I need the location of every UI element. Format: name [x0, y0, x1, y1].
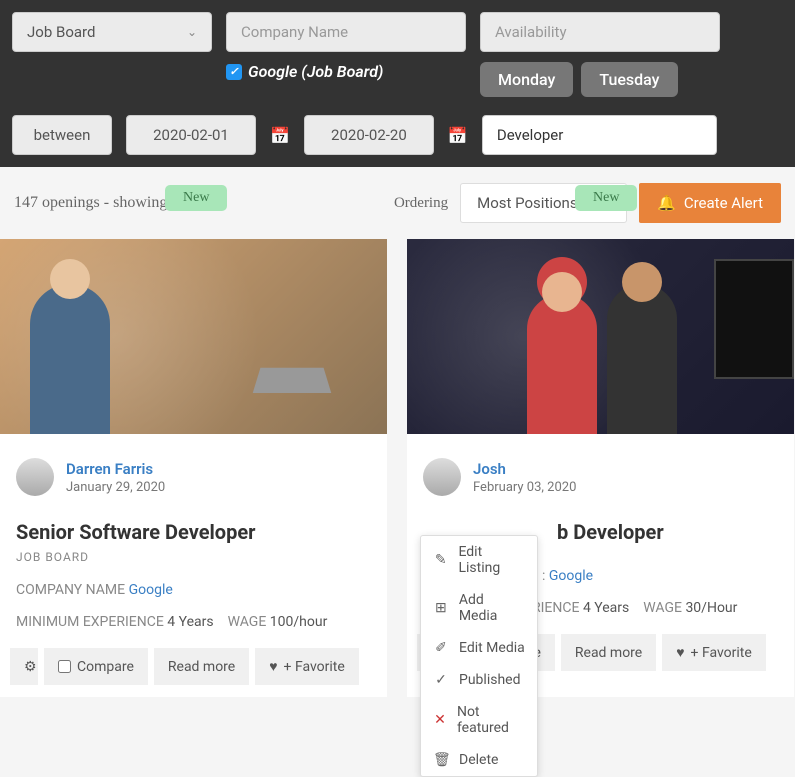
- wage-value: 100/hour: [270, 614, 328, 630]
- pencil-icon: ✐: [433, 640, 449, 656]
- listing-card: Darren Farris January 29, 2020 Senior So…: [0, 239, 387, 697]
- date-to-input[interactable]: [304, 115, 434, 155]
- context-menu: ✎Edit Listing ⊞Add Media ✐Edit Media ✓Pu…: [420, 535, 538, 777]
- menu-add-media[interactable]: ⊞Add Media: [421, 584, 537, 632]
- meta-label: WAGE: [643, 600, 682, 616]
- ordering-value: Most Positions: [477, 194, 577, 212]
- new-badge: New: [575, 185, 637, 211]
- calendar-icon: 📅: [270, 126, 290, 145]
- create-alert-label: Create Alert: [684, 194, 763, 212]
- listing-title[interactable]: Senior Software Developer: [0, 506, 387, 550]
- meta-label: MINIMUM EXPERIENCE: [16, 614, 164, 630]
- filter-bar: Job Board ⌄ ✓ Google (Job Board) Monday …: [0, 0, 795, 167]
- heart-icon: ♥: [269, 658, 277, 675]
- gear-button[interactable]: ⚙: [10, 648, 38, 685]
- company-link[interactable]: Google: [549, 568, 593, 584]
- x-icon: ✕: [433, 712, 447, 728]
- company-filter-label: Google (Job Board): [248, 62, 383, 81]
- menu-not-featured[interactable]: ✕Not featured: [421, 696, 537, 744]
- author-link[interactable]: Josh: [473, 460, 576, 478]
- experience-value: 4 Years: [583, 600, 629, 616]
- meta-label: WAGE: [228, 614, 267, 630]
- bell-icon: 🔔: [657, 194, 676, 212]
- menu-published[interactable]: ✓Published: [421, 664, 537, 696]
- date-from-input[interactable]: [126, 115, 256, 155]
- heart-icon: ♥: [676, 644, 684, 661]
- read-more-button[interactable]: Read more: [561, 634, 656, 671]
- author-link[interactable]: Darren Farris: [66, 460, 165, 478]
- category-value: Job Board: [27, 23, 95, 41]
- meta-label: RIENCE: [532, 600, 579, 616]
- read-more-button[interactable]: Read more: [154, 648, 249, 685]
- wage-value: 30/Hour: [685, 600, 737, 616]
- post-date: January 29, 2020: [66, 480, 165, 495]
- keyword-input[interactable]: [482, 115, 717, 155]
- results-bar: 147 openings - showing 1 - 5 Ordering Mo…: [0, 167, 795, 239]
- avatar[interactable]: [423, 458, 461, 496]
- create-alert-button[interactable]: 🔔 Create Alert: [639, 183, 781, 223]
- ordering-label: Ordering: [394, 195, 448, 212]
- meta-label: :: [542, 568, 545, 584]
- availability-input[interactable]: [480, 12, 720, 52]
- range-mode-input[interactable]: [12, 115, 112, 155]
- edit-icon: ✎: [433, 552, 448, 568]
- checkbox-checked-icon: ✓: [226, 64, 242, 80]
- menu-edit-listing[interactable]: ✎Edit Listing: [421, 536, 537, 584]
- new-badge: New: [165, 185, 227, 211]
- gear-icon: ⚙: [24, 659, 37, 675]
- menu-delete[interactable]: 🗑Delete: [421, 744, 537, 776]
- listing-category: JOB BOARD: [0, 550, 387, 582]
- post-date: February 03, 2020: [473, 480, 576, 495]
- day-pill-tuesday[interactable]: Tuesday: [581, 62, 677, 97]
- compare-button[interactable]: Compare: [44, 648, 148, 685]
- favorite-button[interactable]: ♥+ Favorite: [662, 634, 766, 671]
- image-plus-icon: ⊞: [433, 600, 449, 616]
- compare-checkbox[interactable]: [58, 660, 71, 673]
- chevron-down-icon: ⌄: [187, 25, 197, 39]
- listing-grid: Darren Farris January 29, 2020 Senior So…: [0, 239, 795, 697]
- avatar[interactable]: [16, 458, 54, 496]
- company-link[interactable]: Google: [129, 582, 173, 598]
- favorite-button[interactable]: ♥+ Favorite: [255, 648, 359, 685]
- company-filter-tag[interactable]: ✓ Google (Job Board): [226, 62, 466, 81]
- company-input[interactable]: [226, 12, 466, 52]
- calendar-icon: 📅: [448, 126, 468, 145]
- category-select[interactable]: Job Board ⌄: [12, 12, 212, 52]
- menu-edit-media[interactable]: ✐Edit Media: [421, 632, 537, 664]
- listing-image[interactable]: [0, 239, 387, 434]
- meta-label: COMPANY NAME: [16, 582, 125, 598]
- listing-image[interactable]: [407, 239, 794, 434]
- trash-icon: 🗑: [433, 752, 449, 768]
- experience-value: 4 Years: [167, 614, 213, 630]
- check-icon: ✓: [433, 672, 449, 688]
- day-pill-monday[interactable]: Monday: [480, 62, 573, 97]
